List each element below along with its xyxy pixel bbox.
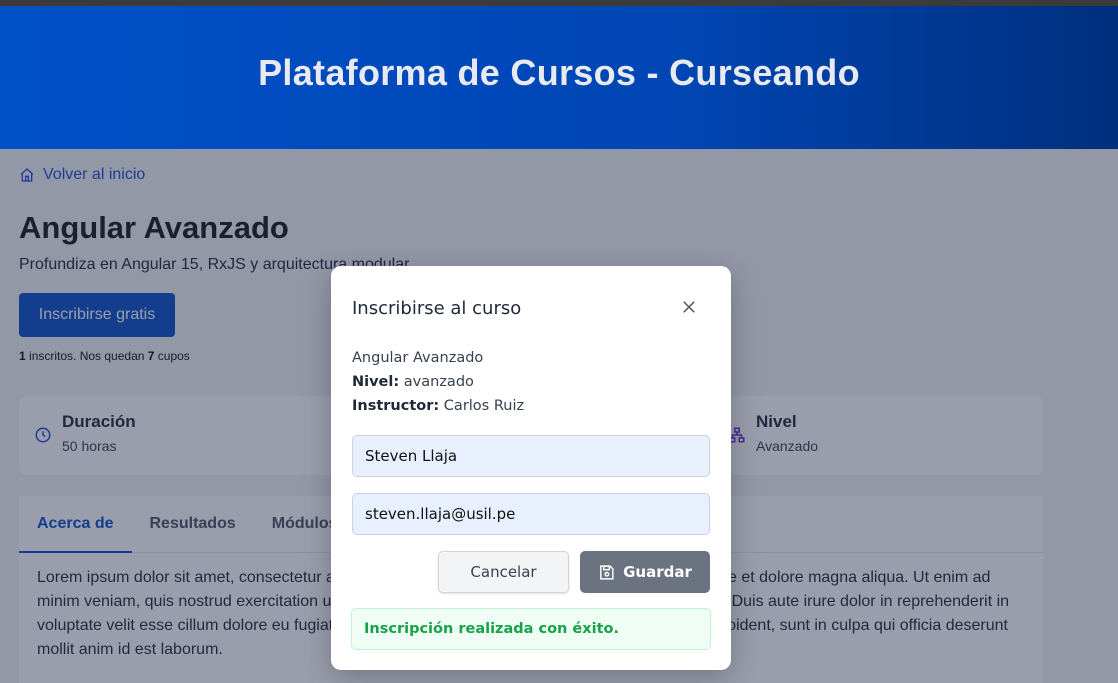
save-button[interactable]: Guardar: [580, 551, 710, 593]
success-alert: Inscripción realizada con éxito.: [351, 608, 711, 650]
modal-instructor-label: Instructor:: [352, 398, 440, 414]
modal-instructor-value: Carlos Ruiz: [439, 398, 525, 414]
modal-level: Nivel: avanzado: [352, 374, 474, 390]
close-icon[interactable]: [680, 298, 698, 316]
modal-instructor: Instructor: Carlos Ruiz: [352, 398, 524, 414]
modal-title: Inscribirse al curso: [352, 298, 522, 319]
modal-course-name: Angular Avanzado: [352, 350, 484, 366]
save-button-label: Guardar: [623, 563, 692, 581]
modal-level-value: avanzado: [399, 374, 474, 390]
email-field[interactable]: [352, 493, 710, 535]
site-title: Plataforma de Cursos - Curseando: [258, 51, 860, 93]
cancel-button[interactable]: Cancelar: [438, 551, 569, 593]
modal-level-label: Nivel:: [352, 374, 400, 390]
site-header: Plataforma de Cursos - Curseando: [0, 6, 1118, 149]
enroll-modal: Inscribirse al curso Angular Avanzado Ni…: [331, 266, 731, 670]
name-field[interactable]: [352, 435, 710, 477]
floppy-disk-icon: [600, 564, 614, 580]
